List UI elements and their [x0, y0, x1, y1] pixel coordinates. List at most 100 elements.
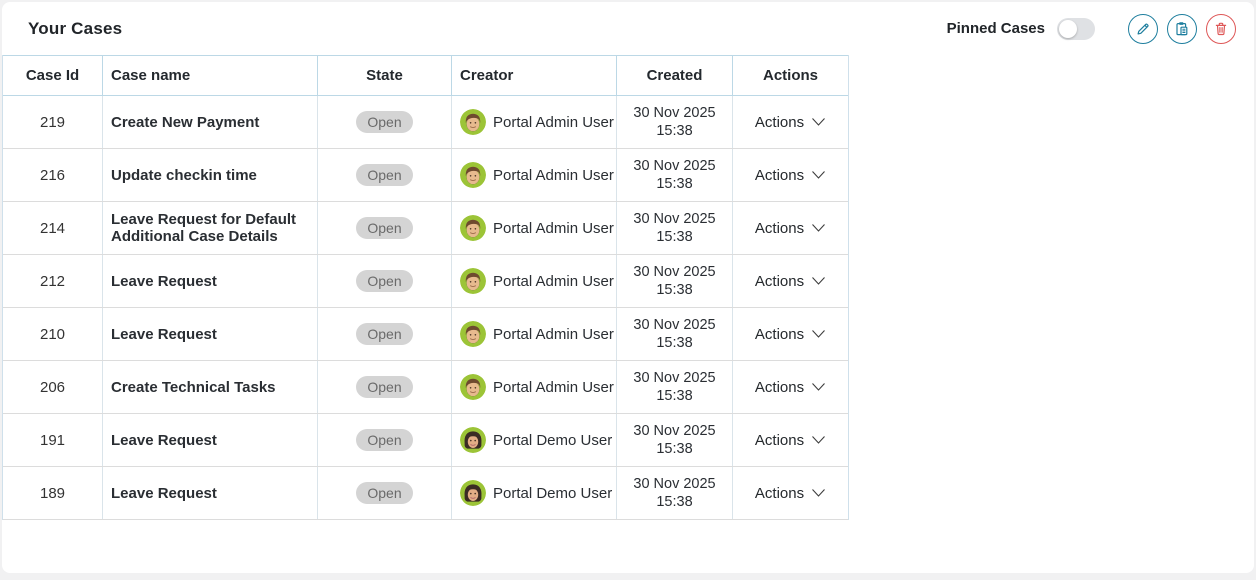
case-name-link[interactable]: Leave Request: [111, 485, 217, 502]
created-time: 15:38: [633, 175, 715, 193]
table-row: 219 Create New Payment Open Portal Admin…: [3, 96, 848, 149]
case-id-cell: 219: [3, 96, 103, 148]
case-name-link[interactable]: Leave Request: [111, 432, 217, 449]
table-row: 206 Create Technical Tasks Open Portal A…: [3, 361, 848, 414]
creator-cell: Portal Admin User: [452, 255, 617, 307]
case-name-cell: Leave Request: [103, 467, 318, 519]
creator-cell: Portal Admin User: [452, 149, 617, 201]
delete-button[interactable]: [1206, 14, 1236, 44]
created-cell: 30 Nov 2025 15:38: [617, 361, 733, 413]
created-cell: 30 Nov 2025 15:38: [617, 96, 733, 148]
chevron-down-icon: [811, 167, 826, 184]
admin-avatar: [460, 162, 486, 188]
actions-label: Actions: [755, 114, 804, 131]
case-id: 214: [40, 220, 65, 237]
case-id: 191: [40, 432, 65, 449]
case-id-cell: 191: [3, 414, 103, 466]
actions-dropdown-button[interactable]: Actions: [755, 273, 826, 290]
case-id: 219: [40, 114, 65, 131]
edit-button[interactable]: [1128, 14, 1158, 44]
pinned-cases-label: Pinned Cases: [947, 20, 1045, 37]
creator-cell: Portal Admin User: [452, 308, 617, 360]
case-name-link[interactable]: Create New Payment: [111, 114, 259, 131]
creator-name: Portal Admin User: [493, 379, 614, 396]
state-cell: Open: [318, 361, 452, 413]
case-name-link[interactable]: Create Technical Tasks: [111, 379, 276, 396]
actions-cell: Actions: [733, 202, 848, 254]
column-header-case-name: Case name: [103, 56, 318, 95]
creator-name: Portal Demo User: [493, 485, 612, 502]
state-badge: Open: [356, 270, 412, 292]
case-id: 212: [40, 273, 65, 290]
actions-label: Actions: [755, 167, 804, 184]
state-cell: Open: [318, 149, 452, 201]
case-id-cell: 210: [3, 308, 103, 360]
column-header-creator: Creator: [452, 56, 617, 95]
state-cell: Open: [318, 255, 452, 307]
actions-cell: Actions: [733, 308, 848, 360]
case-id: 210: [40, 326, 65, 343]
card-header: Your Cases Pinned Cases: [2, 2, 1254, 55]
table-row: 191 Leave Request Open Portal Demo User …: [3, 414, 848, 467]
chevron-down-icon: [811, 485, 826, 502]
column-header-actions: Actions: [733, 56, 848, 95]
admin-avatar: [460, 374, 486, 400]
case-name-cell: Leave Request: [103, 308, 318, 360]
created-time: 15:38: [633, 122, 715, 140]
state-badge: Open: [356, 164, 412, 186]
header-controls: Pinned Cases: [947, 14, 1236, 44]
state-badge: Open: [356, 111, 412, 133]
creator-cell: Portal Demo User: [452, 467, 617, 519]
chevron-down-icon: [811, 432, 826, 449]
case-name-cell: Leave Request for Default Additional Cas…: [103, 202, 318, 254]
actions-cell: Actions: [733, 467, 848, 519]
admin-avatar: [460, 268, 486, 294]
created-cell: 30 Nov 2025 15:38: [617, 308, 733, 360]
actions-dropdown-button[interactable]: Actions: [755, 220, 826, 237]
created-time: 15:38: [633, 281, 715, 299]
column-header-state: State: [318, 56, 452, 95]
actions-cell: Actions: [733, 255, 848, 307]
case-name-cell: Create Technical Tasks: [103, 361, 318, 413]
pinned-cases-toggle[interactable]: [1057, 18, 1095, 40]
actions-label: Actions: [755, 485, 804, 502]
chevron-down-icon: [811, 326, 826, 343]
state-cell: Open: [318, 96, 452, 148]
actions-label: Actions: [755, 379, 804, 396]
actions-dropdown-button[interactable]: Actions: [755, 485, 826, 502]
creator-cell: Portal Demo User: [452, 414, 617, 466]
creator-name: Portal Demo User: [493, 432, 612, 449]
creator-name: Portal Admin User: [493, 326, 614, 343]
state-cell: Open: [318, 467, 452, 519]
case-name-link[interactable]: Leave Request: [111, 273, 217, 290]
case-name-cell: Create New Payment: [103, 96, 318, 148]
pencil-icon: [1135, 21, 1151, 37]
case-id: 206: [40, 379, 65, 396]
creator-name: Portal Admin User: [493, 220, 614, 237]
actions-cell: Actions: [733, 149, 848, 201]
cases-table: Case Id Case name State Creator Created …: [2, 55, 849, 520]
table-row: 210 Leave Request Open Portal Admin User…: [3, 308, 848, 361]
actions-dropdown-button[interactable]: Actions: [755, 432, 826, 449]
actions-dropdown-button[interactable]: Actions: [755, 114, 826, 131]
creator-cell: Portal Admin User: [452, 96, 617, 148]
actions-dropdown-button[interactable]: Actions: [755, 326, 826, 343]
copy-button[interactable]: [1167, 14, 1197, 44]
state-cell: Open: [318, 414, 452, 466]
case-name-link[interactable]: Leave Request: [111, 326, 217, 343]
case-id-cell: 214: [3, 202, 103, 254]
case-id-cell: 216: [3, 149, 103, 201]
case-id: 189: [40, 485, 65, 502]
actions-dropdown-button[interactable]: Actions: [755, 379, 826, 396]
creator-cell: Portal Admin User: [452, 202, 617, 254]
created-time: 15:38: [633, 440, 715, 458]
case-name-link[interactable]: Update checkin time: [111, 167, 257, 184]
admin-avatar: [460, 321, 486, 347]
actions-label: Actions: [755, 432, 804, 449]
case-name-cell: Leave Request: [103, 414, 318, 466]
created-time: 15:38: [633, 493, 715, 511]
actions-dropdown-button[interactable]: Actions: [755, 167, 826, 184]
case-name-link[interactable]: Leave Request for Default Additional Cas…: [111, 211, 309, 245]
case-id: 216: [40, 167, 65, 184]
actions-cell: Actions: [733, 96, 848, 148]
